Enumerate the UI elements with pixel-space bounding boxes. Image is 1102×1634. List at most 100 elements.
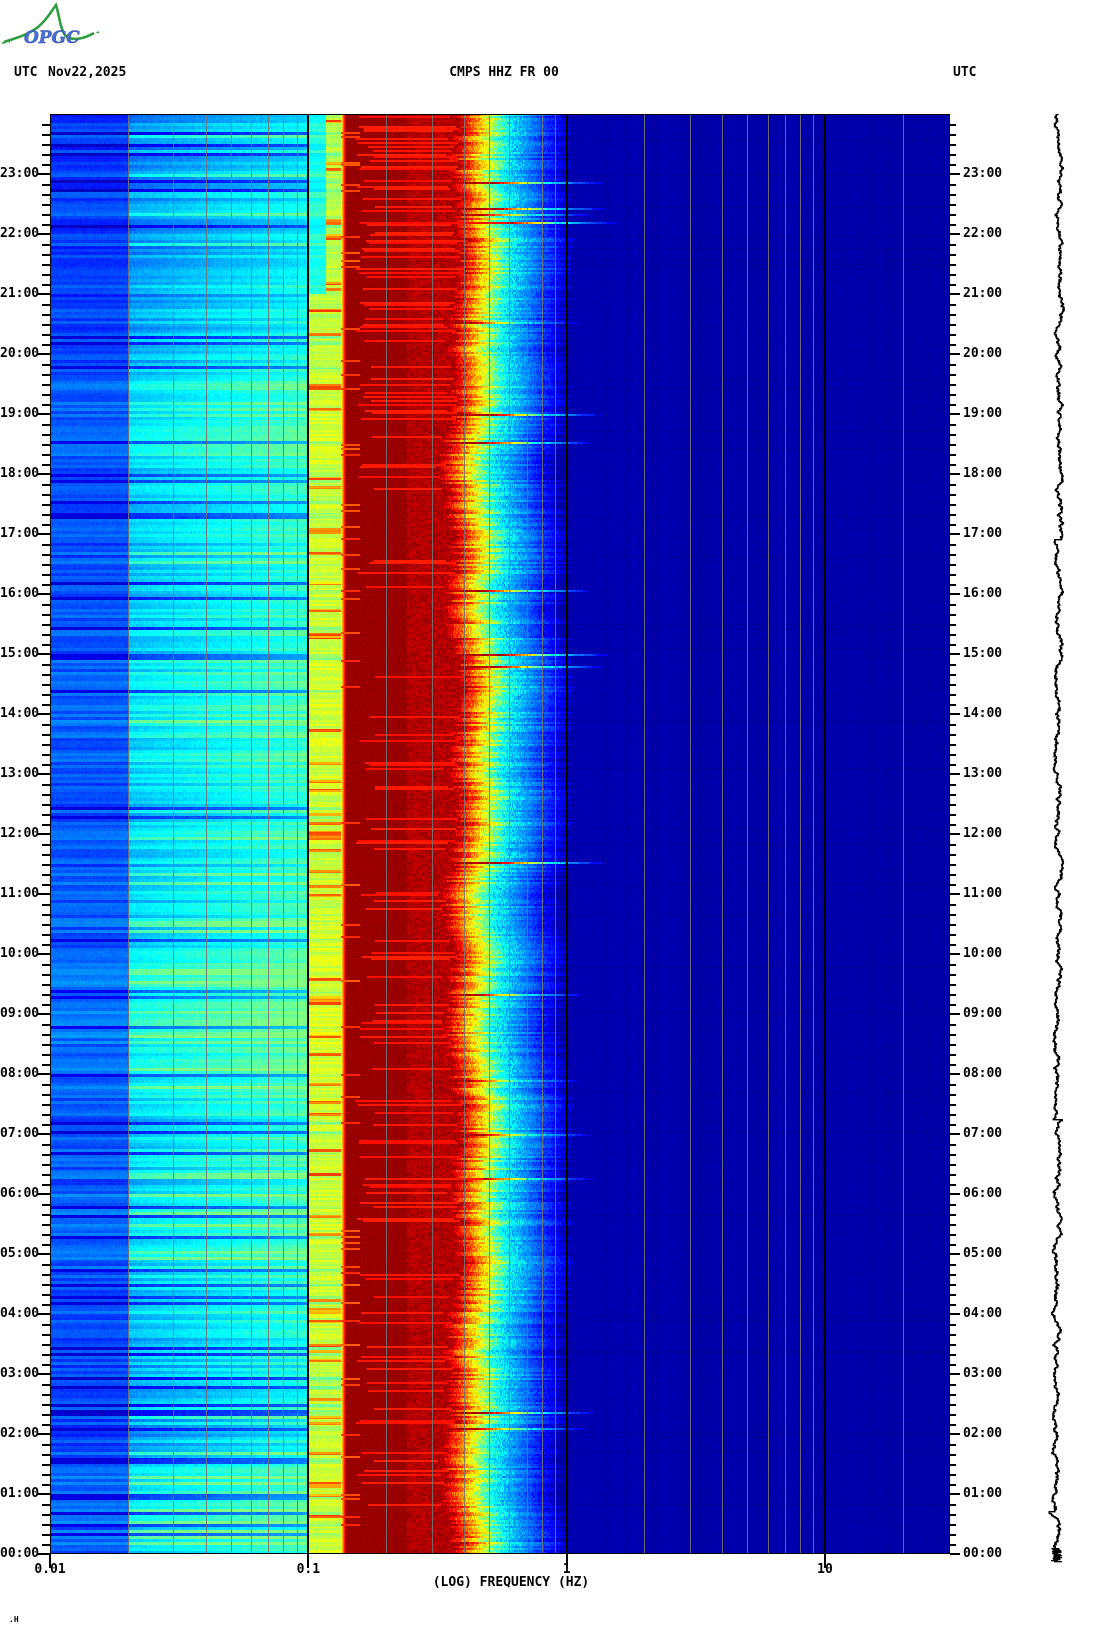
time-tick-right-minor [950,583,956,586]
time-tick-right-minor [950,513,956,516]
time-label-left: 22:00 [0,226,40,241]
time-tick-right-minor [950,923,956,926]
time-label-right: 16:00 [963,586,1003,601]
time-tick-right-minor [950,463,956,466]
time-label-left: 07:00 [0,1126,40,1141]
time-tick-right-major [950,953,960,955]
time-tick-right-minor [950,433,956,436]
time-label-right: 04:00 [963,1306,1003,1321]
time-tick-right-major [950,713,960,715]
time-tick-left-minor [42,643,50,646]
time-label-left: 19:00 [0,406,40,421]
time-label-left: 16:00 [0,586,40,601]
time-tick-right-minor [950,333,956,336]
time-tick-right-minor [950,1383,956,1386]
time-tick-right-minor [950,883,956,886]
time-tick-left-minor [42,943,50,946]
time-tick-right-major [950,1253,960,1255]
time-tick-right-minor [950,1143,956,1146]
time-tick-right-minor [950,643,956,646]
time-tick-left-minor [42,1423,50,1426]
time-label-right: 20:00 [963,346,1003,361]
time-tick-right-minor [950,1523,956,1526]
time-tick-right-minor [950,803,956,806]
time-tick-right-minor [950,1473,956,1476]
time-label-left: 11:00 [0,886,40,901]
time-tick-left-minor [42,193,50,196]
time-tick-left-minor [42,1183,50,1186]
time-tick-left-minor [42,1383,50,1386]
time-tick-right-minor [950,253,956,256]
time-tick-left-minor [42,1443,50,1446]
time-tick-left-minor [42,1093,50,1096]
time-tick-left-minor [42,303,50,306]
time-tick-left-minor [42,1503,50,1506]
time-label-left: 02:00 [0,1426,40,1441]
time-tick-right-minor [950,1053,956,1056]
time-label-left: 10:00 [0,946,40,961]
time-tick-right-minor [950,243,956,246]
time-tick-left-minor [42,1323,50,1326]
time-tick-left-minor [42,1523,50,1526]
time-tick-right-major [950,1073,960,1075]
time-tick-left-minor [42,1243,50,1246]
time-label-left: 08:00 [0,1066,40,1081]
time-tick-left-minor [42,483,50,486]
time-tick-left-minor [42,663,50,666]
time-tick-right-minor [950,663,956,666]
time-tick-right-minor [950,153,956,156]
time-tick-left-minor [42,583,50,586]
time-tick-left-minor [42,743,50,746]
time-tick-right-minor [950,313,956,316]
time-tick-right-minor [950,563,956,566]
time-tick-right-minor [950,973,956,976]
time-tick-left-minor [42,903,50,906]
time-tick-left-minor [42,1123,50,1126]
time-tick-left-minor [42,683,50,686]
time-tick-right-minor [950,1463,956,1466]
time-tick-right-major [950,533,960,535]
time-tick-right-minor [950,1343,956,1346]
seismogram-trace [1036,106,1082,1570]
time-tick-right-minor [950,123,956,126]
time-tick-left-minor [42,1103,50,1106]
time-label-right: 17:00 [963,526,1003,541]
time-tick-left-minor [42,1173,50,1176]
time-tick-left-minor [42,1003,50,1006]
time-label-left: 06:00 [0,1186,40,1201]
time-tick-right-minor [950,1533,956,1536]
opgc-logo: OPGC [2,2,100,48]
time-tick-left-minor [42,1213,50,1216]
time-tick-right-minor [950,443,956,446]
time-tick-left-minor [42,1023,50,1026]
time-tick-right-minor [950,523,956,526]
time-tick-right-minor [950,863,956,866]
time-tick-right-minor [950,1003,956,1006]
time-tick-right-minor [950,843,956,846]
time-tick-left-minor [42,813,50,816]
time-tick-left-minor [42,373,50,376]
time-tick-right-minor [950,1273,956,1276]
time-tick-right-minor [950,1283,956,1286]
time-tick-left-minor [42,1403,50,1406]
time-tick-right-minor [950,423,956,426]
time-label-left: 13:00 [0,766,40,781]
time-label-left: 04:00 [0,1306,40,1321]
time-tick-right-minor [950,823,956,826]
time-tick-left-minor [42,733,50,736]
time-tick-right-minor [950,1443,956,1446]
time-tick-left-minor [42,1513,50,1516]
time-tick-left-minor [42,623,50,626]
utc-label-right: UTC [953,65,977,80]
time-tick-right-major [950,353,960,355]
spectrogram-canvas [50,114,950,1554]
time-tick-right-minor [950,1103,956,1106]
time-tick-left-minor [42,1303,50,1306]
time-tick-right-minor [950,703,956,706]
time-tick-right-minor [950,613,956,616]
time-tick-left-minor [42,133,50,136]
time-tick-left-minor [42,633,50,636]
time-tick-left-minor [42,1483,50,1486]
time-tick-right-major [950,1193,960,1195]
time-tick-left-minor [42,803,50,806]
